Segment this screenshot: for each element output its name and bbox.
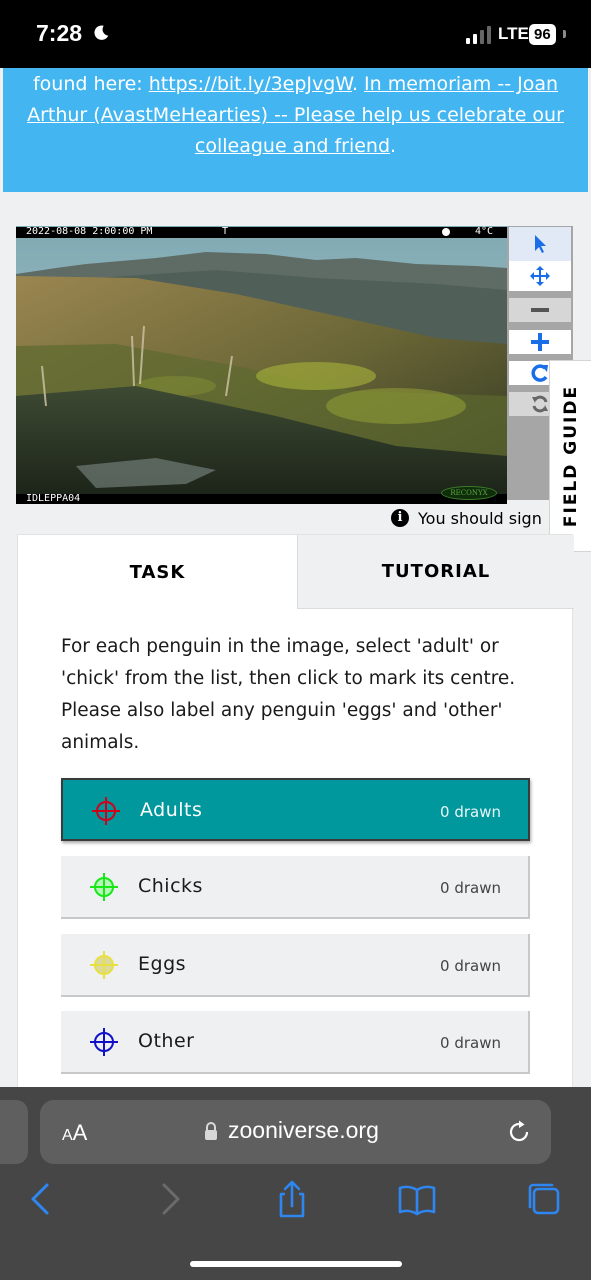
home-indicator [190,1261,402,1267]
reload-icon[interactable] [506,1119,532,1145]
back-icon[interactable] [22,1179,62,1219]
url-domain: zooniverse.org [228,1117,379,1143]
reconyx-logo: RECONYX [441,486,497,500]
browser-chrome: AA zooniverse.org [0,1087,591,1280]
move-button[interactable] [509,261,571,291]
rotate-icon [531,364,548,382]
browser-toolbar [0,1179,591,1223]
crosshair-icon [92,797,120,825]
tool-label: Eggs [138,953,187,975]
tool-adults[interactable]: Adults 0 drawn [61,778,530,841]
battery-icon [563,30,566,38]
tabs-icon[interactable] [524,1179,564,1219]
reset-icon [532,395,548,413]
camera-trap-photo [16,226,507,504]
tool-count: 0 drawn [440,957,501,975]
field-guide-label: FIELD GUIDE [560,384,581,528]
task-panel: TASK TUTORIAL For each penguin in the im… [17,534,574,1094]
crosshair-icon [90,1028,118,1056]
signin-notice: i You should sign [391,507,551,531]
previous-tab-peek[interactable] [0,1100,28,1164]
announcement-bitly-link[interactable]: https://bit.ly/3epJvgW [149,73,352,95]
zoom-in-button[interactable] [509,330,571,354]
zoom-in-icon [531,333,549,351]
share-icon[interactable] [272,1179,312,1219]
tab-task[interactable]: TASK [18,535,297,609]
moon-icon [94,25,109,40]
tool-other[interactable]: Other 0 drawn [61,1011,530,1074]
camera-timestamp: 2022-08-08 2:00:00 PM [26,226,153,237]
pointer-button[interactable] [509,227,571,261]
task-instructions: For each penguin in the image, select 'a… [61,636,516,753]
camera-info-bar: 2022-08-08 2:00:00 PM T 4°C [16,227,507,238]
tool-eggs[interactable]: Eggs 0 drawn [61,934,530,997]
crosshair-icon [90,873,118,901]
info-icon: i [391,509,409,527]
zoom-out-button[interactable] [509,298,571,322]
announcement-line1: found here: [32,73,149,95]
tool-count: 0 drawn [440,1034,501,1052]
announcement-text: found here: https://bit.ly/3epJvgW. In m… [21,69,570,162]
subject-image[interactable]: 2022-08-08 2:00:00 PM T 4°C IDLEPPA04 RE… [16,226,507,504]
announcement-period: . [351,73,358,95]
forward-icon[interactable] [149,1179,189,1219]
crosshair-icon [90,951,118,979]
tool-label: Chicks [138,875,203,897]
announcement-banner: found here: https://bit.ly/3epJvgW. In m… [3,68,588,192]
camera-temperature: 4°C [474,226,493,237]
tool-count: 0 drawn [440,879,501,897]
camera-id-bar: IDLEPPA04 [16,494,507,504]
pointer-icon [535,235,546,253]
tool-label: Other [138,1030,195,1052]
status-time: 7:28 [36,20,83,46]
signal-bars-icon [466,26,491,44]
moon-phase-icon [442,228,450,236]
field-guide-tab[interactable]: FIELD GUIDE [549,360,591,552]
camera-id: IDLEPPA04 [26,493,81,504]
camera-flag: T [222,226,229,237]
tool-chicks[interactable]: Chicks 0 drawn [61,856,530,919]
tool-label: Adults [140,799,203,821]
network-type: LTE [498,24,529,43]
battery-level: 96 [529,24,556,45]
text-size-button[interactable]: AA [62,1120,87,1146]
announcement-end: . [390,135,397,157]
move-icon [530,266,550,286]
address-bar[interactable]: AA zooniverse.org [40,1100,551,1164]
zoom-out-icon [531,308,549,312]
signin-text: You should sign [418,509,542,528]
status-bar: 7:28 LTE 96 [0,0,591,68]
bookmarks-icon[interactable] [397,1179,437,1219]
tool-count: 0 drawn [440,803,501,821]
tab-tutorial[interactable]: TUTORIAL [297,535,574,609]
lock-icon [205,1122,217,1140]
